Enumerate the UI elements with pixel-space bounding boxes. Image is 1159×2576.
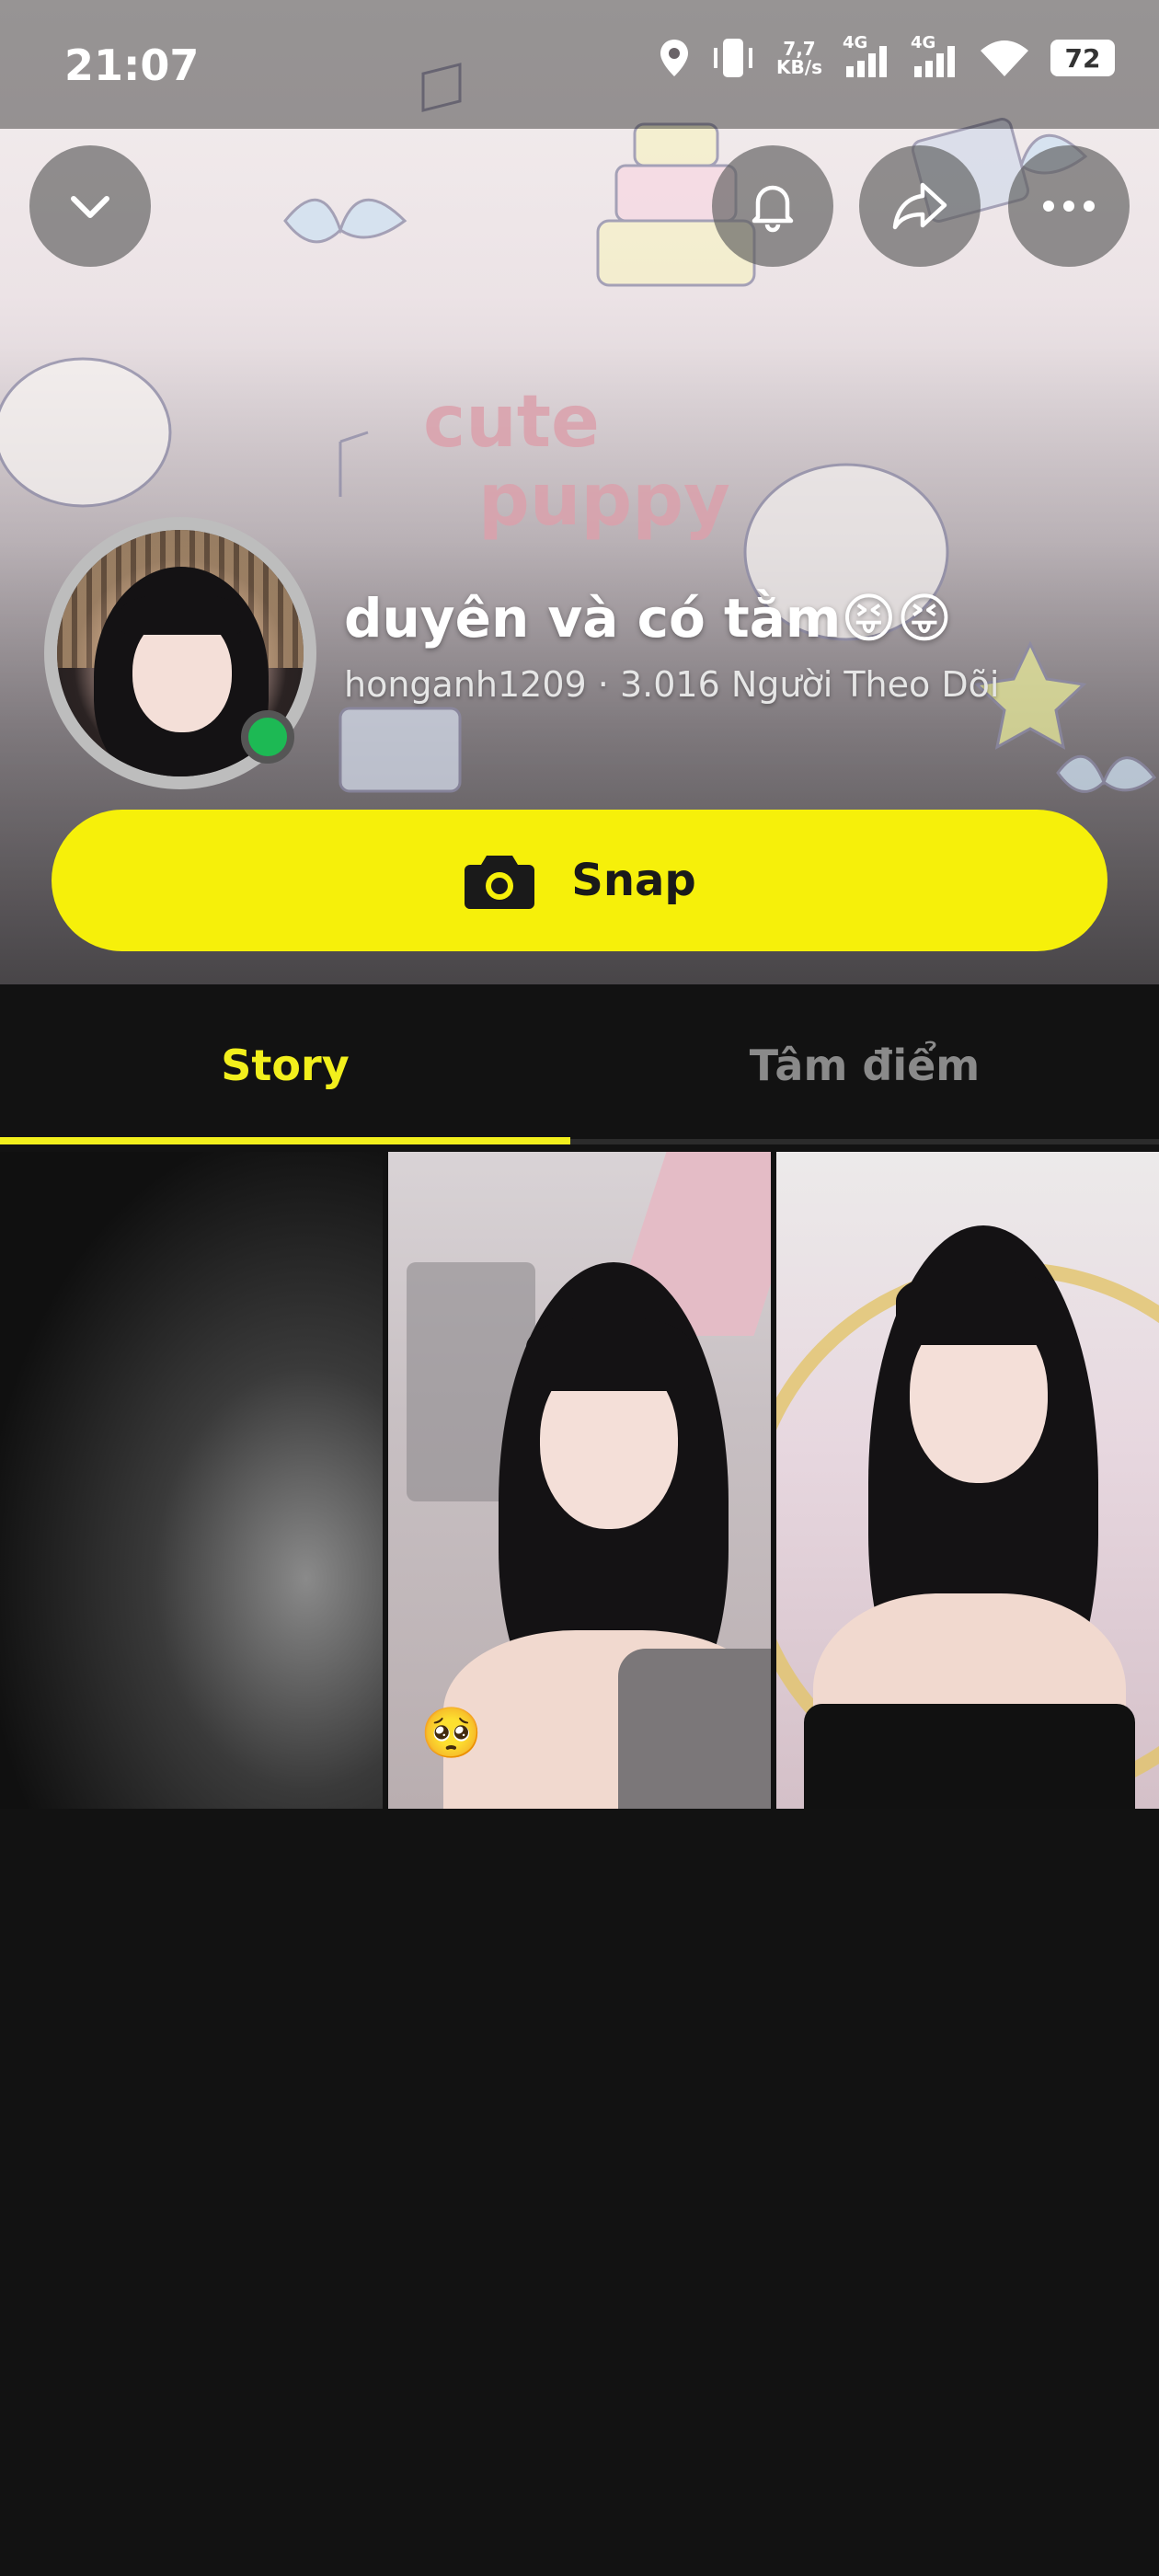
- profile-tabs: Story Tâm điểm: [0, 984, 1159, 1146]
- display-name: duyên và có tằm😝😝: [344, 587, 953, 650]
- more-dots-icon: [1043, 201, 1095, 212]
- net-speed-value: 7,7: [783, 38, 816, 60]
- status-time: 21:07: [64, 40, 200, 90]
- share-arrow-icon: [892, 182, 947, 230]
- cell-signal-icon: [914, 46, 955, 77]
- wifi-icon: [981, 40, 1028, 76]
- bell-icon: [752, 185, 794, 233]
- net-speed-unit: KB/s: [776, 56, 822, 78]
- more-options-button[interactable]: [1008, 145, 1130, 267]
- background-cute-text: cute: [423, 381, 600, 464]
- username: honganh1209: [344, 664, 587, 705]
- story-emoji: 🥺: [420, 1704, 483, 1762]
- signal-1: 4G: [843, 33, 890, 79]
- camera-icon: [465, 856, 535, 909]
- cell-signal-icon: [846, 46, 887, 77]
- tab-indicator-track: [570, 1139, 1159, 1144]
- tab-spotlight[interactable]: Tâm điểm: [570, 984, 1159, 1146]
- profile-subtitle: honganh1209 · 3.016 Người Theo Dõi: [344, 664, 999, 705]
- tab-story[interactable]: Story: [0, 984, 570, 1146]
- snap-button-label: Snap: [571, 855, 696, 906]
- collapse-button[interactable]: [29, 145, 151, 267]
- notifications-button[interactable]: [712, 145, 833, 267]
- share-button[interactable]: [859, 145, 981, 267]
- vibrate-icon: [714, 39, 753, 77]
- followers-count[interactable]: 3.016 Người Theo Dõi: [620, 664, 999, 705]
- net-speed: 7,7 KB/s: [776, 40, 822, 76]
- status-bar: 21:07 7,7 KB/s 4G 4G 72: [0, 0, 1159, 129]
- subtitle-separator: ·: [586, 664, 620, 705]
- chevron-down-icon: [71, 196, 109, 218]
- status-icons: 7,7 KB/s 4G 4G 72: [659, 33, 1115, 79]
- snap-button[interactable]: Snap: [52, 810, 1107, 951]
- story-thumbnail-2[interactable]: 🥺: [388, 1152, 771, 1809]
- active-tab-indicator: [0, 1137, 570, 1144]
- battery-indicator: 72: [1050, 40, 1115, 76]
- story-thumbnail-1[interactable]: [0, 1152, 383, 1809]
- background-puppy-text: puppy: [478, 459, 730, 542]
- story-thumbnail-3[interactable]: [776, 1152, 1159, 1809]
- online-status-dot: [241, 710, 294, 764]
- location-icon: [660, 40, 689, 76]
- signal-2: 4G: [911, 33, 958, 79]
